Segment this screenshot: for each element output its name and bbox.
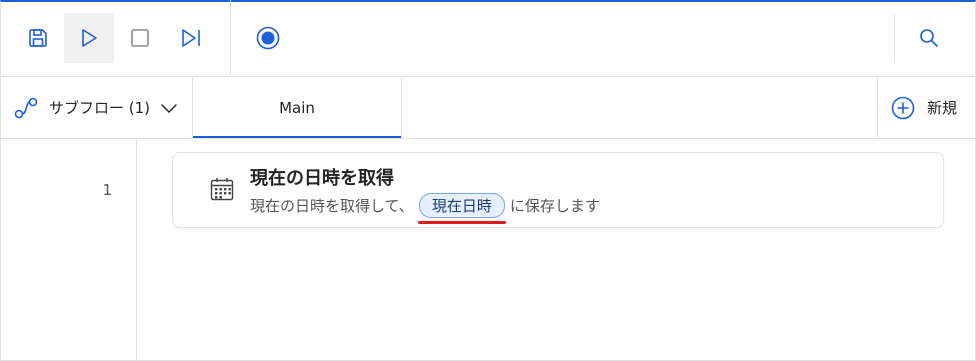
chevron-down-icon	[161, 103, 177, 113]
subflow-icon	[14, 97, 38, 118]
save-button[interactable]	[13, 13, 63, 63]
record-icon	[256, 26, 280, 50]
active-tab-indicator	[193, 136, 401, 138]
action-item-get-current-datetime[interactable]: 現在の日時を取得 現在の日時を取得して、 現在日時 に保存します	[172, 152, 944, 228]
description-prefix: 現在の日時を取得して、	[250, 197, 414, 215]
toolbar	[0, 0, 976, 77]
new-label: 新規	[927, 99, 958, 117]
record-button[interactable]	[243, 13, 293, 63]
tab-main[interactable]: Main	[193, 77, 402, 138]
tab-bar: サブフロー (1) Main 新規	[0, 77, 976, 139]
run-button[interactable]	[64, 13, 114, 63]
action-description: 現在の日時を取得して、 現在日時 に保存します	[250, 193, 600, 224]
toolbar-divider	[230, 0, 231, 76]
variable-pill[interactable]: 現在日時	[417, 193, 506, 224]
step-next-icon	[182, 29, 200, 47]
highlight-underline	[417, 221, 506, 224]
action-title: 現在の日時を取得	[250, 168, 394, 189]
save-icon	[29, 29, 47, 47]
tab-main-label: Main	[279, 98, 315, 117]
line-number: 1	[102, 181, 112, 199]
stop-icon	[131, 29, 149, 47]
toolbar-divider	[894, 14, 895, 62]
search-icon	[920, 29, 938, 47]
stop-button[interactable]	[115, 13, 165, 63]
variable-name: 現在日時	[431, 197, 492, 215]
search-button[interactable]	[904, 13, 954, 63]
step-next-button[interactable]	[166, 13, 216, 63]
calendar-icon	[210, 178, 234, 201]
play-icon	[82, 29, 97, 47]
new-subflow-button[interactable]: 新規	[877, 77, 976, 138]
subflow-dropdown[interactable]: サブフロー (1)	[0, 77, 193, 138]
line-number-gutter: 1	[0, 139, 137, 360]
subflow-label: サブフロー (1)	[49, 99, 151, 117]
add-icon	[891, 96, 915, 119]
description-suffix: に保存します	[509, 197, 600, 215]
